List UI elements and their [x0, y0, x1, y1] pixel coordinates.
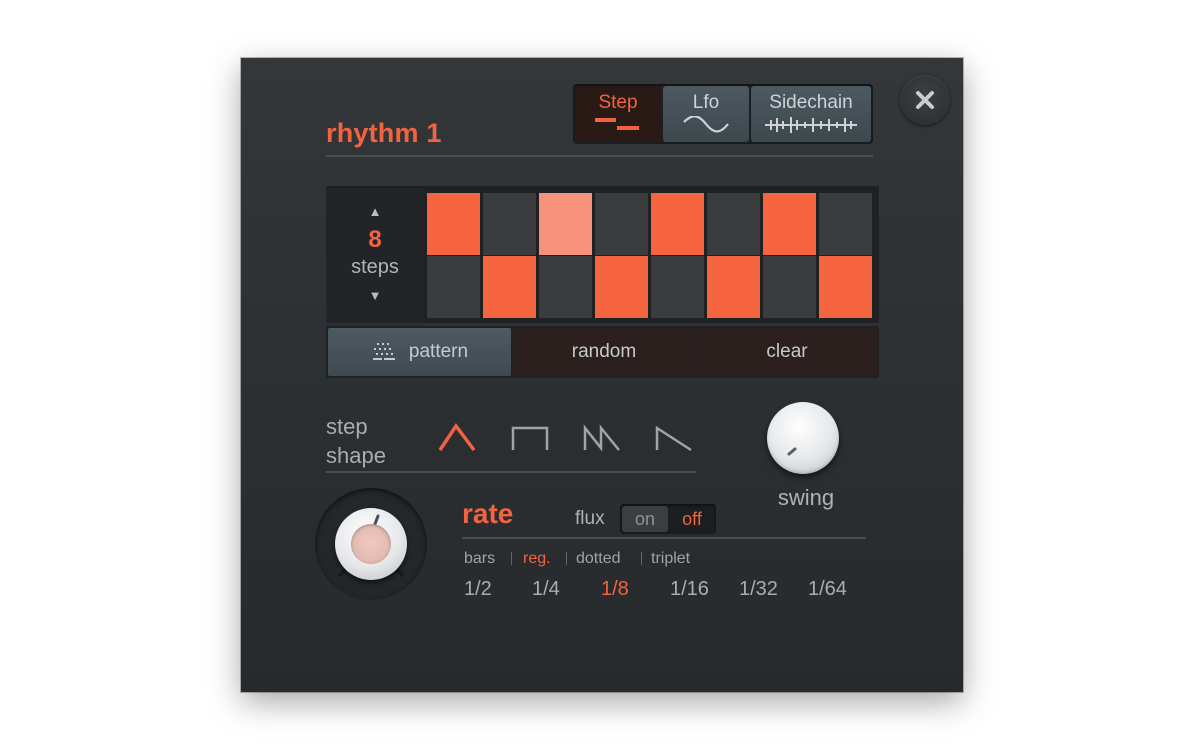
waveform-icon [765, 117, 857, 133]
flux-label: flux [575, 508, 605, 529]
rate-division-1-4[interactable]: 1/4 [532, 578, 560, 601]
tab-lfo-label: Lfo [692, 92, 720, 113]
triangle-shape-icon [438, 422, 476, 452]
rate-mode-triplet[interactable]: triplet [651, 550, 690, 568]
flux-off-button[interactable]: off [669, 506, 715, 532]
close-icon [916, 91, 934, 109]
step-cell[interactable] [595, 256, 648, 318]
step-icon [595, 118, 639, 130]
rhythm-panel: rhythm 1 Step Lfo Sidechain ▲ 8 steps ▼ … [241, 58, 963, 692]
flux-on-button[interactable]: on [622, 506, 668, 532]
step-cell[interactable] [595, 193, 648, 255]
step-shape-divider [326, 471, 696, 473]
rhythm-title: rhythm 1 [326, 118, 442, 148]
pattern-button[interactable]: pattern [328, 328, 511, 376]
close-button[interactable] [900, 75, 950, 125]
step-shape-label-line2: shape [326, 443, 386, 468]
tab-step-label: Step [598, 92, 638, 113]
step-shape-label-line1: step [326, 414, 368, 439]
rate-division-1-16[interactable]: 1/16 [670, 578, 709, 601]
rate-mode-dotted[interactable]: dotted [576, 550, 620, 568]
step-cell[interactable] [427, 256, 480, 318]
rate-mode-separator [641, 552, 642, 565]
square-shape-icon [511, 426, 549, 450]
shape-saw-down-button[interactable] [653, 420, 697, 454]
pattern-grid-icon [372, 342, 395, 360]
rate-divider [462, 537, 866, 539]
sine-wave-icon [683, 115, 729, 133]
shape-square-button[interactable] [509, 420, 553, 454]
step-cell[interactable] [539, 193, 592, 255]
step-cell[interactable] [707, 256, 760, 318]
swing-label: swing [777, 485, 835, 510]
step-cell[interactable] [819, 256, 872, 318]
shape-saw-up-button[interactable] [581, 420, 625, 454]
step-cell[interactable] [539, 256, 592, 318]
steps-label: steps [351, 256, 399, 278]
random-button[interactable]: random [513, 328, 695, 376]
rate-mode-bars[interactable]: bars [464, 550, 495, 568]
rate-division-1-64[interactable]: 1/64 [808, 578, 847, 601]
step-shape-label: step shape [326, 412, 386, 470]
steps-decrease-arrow[interactable]: ▼ [326, 288, 424, 303]
rate-mode-reg[interactable]: reg. [523, 550, 551, 568]
steps-count: 8 [368, 226, 382, 253]
tab-step[interactable]: Step [575, 86, 661, 142]
rate-division-1-2[interactable]: 1/2 [464, 578, 492, 601]
step-cell[interactable] [651, 193, 704, 255]
rate-title: rate [462, 498, 514, 529]
saw-down-shape-icon [655, 425, 692, 452]
step-cell[interactable] [483, 193, 536, 255]
shape-triangle-button[interactable] [436, 420, 480, 454]
pattern-label: pattern [408, 341, 469, 362]
steps-increase-arrow[interactable]: ▲ [326, 204, 424, 219]
clear-button[interactable]: clear [697, 328, 877, 376]
step-cell[interactable] [427, 193, 480, 255]
tab-sidechain[interactable]: Sidechain [751, 86, 871, 142]
title-divider [326, 155, 873, 157]
step-cell[interactable] [819, 193, 872, 255]
step-cell[interactable] [707, 193, 760, 255]
tab-lfo[interactable]: Lfo [663, 86, 749, 142]
rate-division-1-8[interactable]: 1/8 [601, 578, 629, 601]
knob-indicator-icon [787, 447, 797, 456]
rate-mode-separator [511, 552, 512, 565]
rate-division-1-32[interactable]: 1/32 [739, 578, 778, 601]
step-cell[interactable] [763, 256, 816, 318]
rate-mode-separator [566, 552, 567, 565]
tab-sidechain-label: Sidechain [769, 92, 853, 113]
step-cell[interactable] [763, 193, 816, 255]
step-cell[interactable] [651, 256, 704, 318]
saw-up-shape-icon [583, 424, 620, 452]
rate-knob-center [351, 524, 391, 564]
step-cell[interactable] [483, 256, 536, 318]
swing-knob[interactable] [767, 402, 839, 474]
